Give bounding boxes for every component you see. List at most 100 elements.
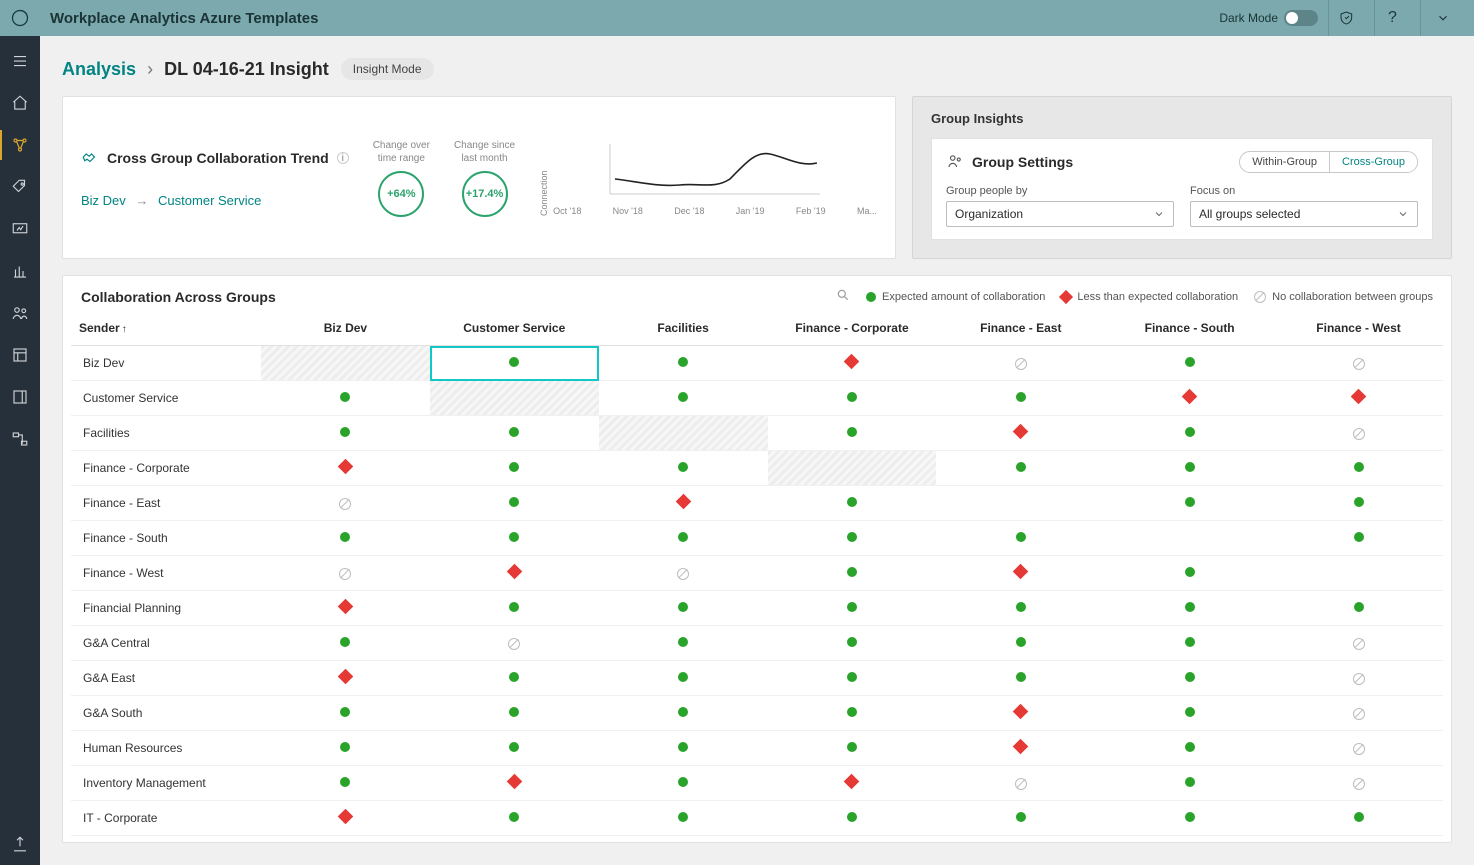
matrix-cell[interactable] [430, 696, 599, 731]
matrix-cell[interactable] [768, 486, 937, 521]
group-by-select[interactable]: Organization [946, 201, 1174, 227]
col-header[interactable]: Finance - West [1274, 311, 1443, 346]
matrix-cell[interactable] [599, 521, 768, 556]
matrix-cell[interactable] [1105, 661, 1274, 696]
matrix-cell[interactable] [1274, 626, 1443, 661]
matrix-cell[interactable] [430, 731, 599, 766]
matrix-cell[interactable] [261, 381, 430, 416]
menu-icon[interactable] [0, 40, 40, 82]
matrix-cell[interactable] [599, 731, 768, 766]
matrix-cell[interactable] [261, 731, 430, 766]
matrix-cell[interactable] [1105, 381, 1274, 416]
matrix-cell[interactable] [1274, 661, 1443, 696]
matrix-cell[interactable] [1105, 556, 1274, 591]
matrix-cell[interactable] [261, 661, 430, 696]
matrix-cell[interactable] [430, 556, 599, 591]
matrix-cell[interactable] [599, 801, 768, 836]
info-icon[interactable]: i [337, 152, 349, 164]
seg-within-group[interactable]: Within-Group [1240, 152, 1329, 172]
matrix-cell[interactable] [1105, 696, 1274, 731]
matrix-cell[interactable] [599, 696, 768, 731]
matrix-cell[interactable] [1274, 696, 1443, 731]
matrix-cell[interactable] [430, 626, 599, 661]
layout-icon[interactable] [0, 334, 40, 376]
matrix-cell[interactable] [261, 556, 430, 591]
matrix-cell[interactable] [936, 381, 1105, 416]
matrix-cell[interactable] [261, 696, 430, 731]
matrix-cell[interactable] [936, 486, 1105, 521]
matrix-cell[interactable] [1274, 381, 1443, 416]
matrix-cell[interactable] [936, 661, 1105, 696]
matrix-cell[interactable] [936, 696, 1105, 731]
matrix-cell[interactable] [1274, 591, 1443, 626]
network-icon[interactable] [0, 124, 40, 166]
matrix-cell[interactable] [936, 591, 1105, 626]
matrix-cell[interactable] [1105, 486, 1274, 521]
matrix-cell[interactable] [261, 451, 430, 486]
matrix-cell[interactable] [768, 731, 937, 766]
matrix-cell[interactable] [1105, 346, 1274, 381]
breadcrumb-root[interactable]: Analysis [62, 59, 136, 79]
chart-icon[interactable] [0, 250, 40, 292]
matrix-cell[interactable] [599, 451, 768, 486]
matrix-cell[interactable] [1105, 626, 1274, 661]
matrix-cell[interactable] [261, 486, 430, 521]
matrix-cell[interactable] [599, 591, 768, 626]
people-icon[interactable] [0, 292, 40, 334]
matrix-cell[interactable] [768, 416, 937, 451]
matrix-cell[interactable] [1105, 766, 1274, 801]
insight-mode-badge[interactable]: Insight Mode [341, 58, 434, 80]
matrix-cell[interactable] [936, 766, 1105, 801]
feedback-icon[interactable] [1328, 0, 1364, 36]
matrix-cell[interactable] [768, 591, 937, 626]
matrix-cell[interactable] [1274, 556, 1443, 591]
col-header[interactable]: Customer Service [430, 311, 599, 346]
presentation-icon[interactable] [0, 208, 40, 250]
expand-chevron-icon[interactable] [1420, 0, 1464, 36]
matrix-cell[interactable] [936, 451, 1105, 486]
matrix-cell[interactable] [430, 521, 599, 556]
matrix-cell[interactable] [1274, 521, 1443, 556]
matrix-cell[interactable] [1274, 766, 1443, 801]
matrix-cell[interactable] [599, 556, 768, 591]
col-header[interactable]: Facilities [599, 311, 768, 346]
matrix-cell[interactable] [430, 801, 599, 836]
matrix-cell[interactable] [261, 766, 430, 801]
search-icon[interactable] [836, 288, 850, 305]
matrix-cell[interactable] [599, 346, 768, 381]
focus-on-select[interactable]: All groups selected [1190, 201, 1418, 227]
matrix-cell[interactable] [1105, 731, 1274, 766]
matrix-cell[interactable] [1274, 801, 1443, 836]
matrix-cell[interactable] [768, 766, 937, 801]
matrix-cell[interactable] [936, 731, 1105, 766]
matrix-cell[interactable] [1274, 451, 1443, 486]
matrix-cell[interactable] [936, 626, 1105, 661]
col-sender[interactable]: Sender↑ [71, 311, 261, 346]
panel-icon[interactable] [0, 376, 40, 418]
matrix-cell[interactable] [768, 696, 937, 731]
matrix-cell[interactable] [768, 556, 937, 591]
matrix-cell[interactable] [936, 346, 1105, 381]
matrix-cell[interactable] [430, 486, 599, 521]
matrix-cell[interactable] [768, 801, 937, 836]
matrix-cell[interactable] [430, 346, 599, 381]
dark-mode-toggle[interactable]: Dark Mode [1219, 10, 1318, 26]
matrix-cell[interactable] [1105, 801, 1274, 836]
matrix-cell[interactable] [936, 416, 1105, 451]
matrix-cell[interactable] [1105, 451, 1274, 486]
matrix-cell[interactable] [936, 521, 1105, 556]
toggle-switch-icon[interactable] [1284, 10, 1318, 26]
matrix-cell[interactable] [599, 661, 768, 696]
matrix-cell[interactable] [768, 626, 937, 661]
tag-icon[interactable] [0, 166, 40, 208]
matrix-cell[interactable] [1274, 486, 1443, 521]
group-scope-segmented[interactable]: Within-Group Cross-Group [1239, 151, 1418, 173]
matrix-cell[interactable] [936, 801, 1105, 836]
matrix-cell[interactable] [1105, 416, 1274, 451]
matrix-cell[interactable] [936, 556, 1105, 591]
matrix-cell[interactable] [599, 381, 768, 416]
path-from[interactable]: Biz Dev [81, 193, 126, 208]
matrix-cell[interactable] [768, 661, 937, 696]
matrix-cell[interactable] [430, 591, 599, 626]
matrix-cell[interactable] [768, 521, 937, 556]
